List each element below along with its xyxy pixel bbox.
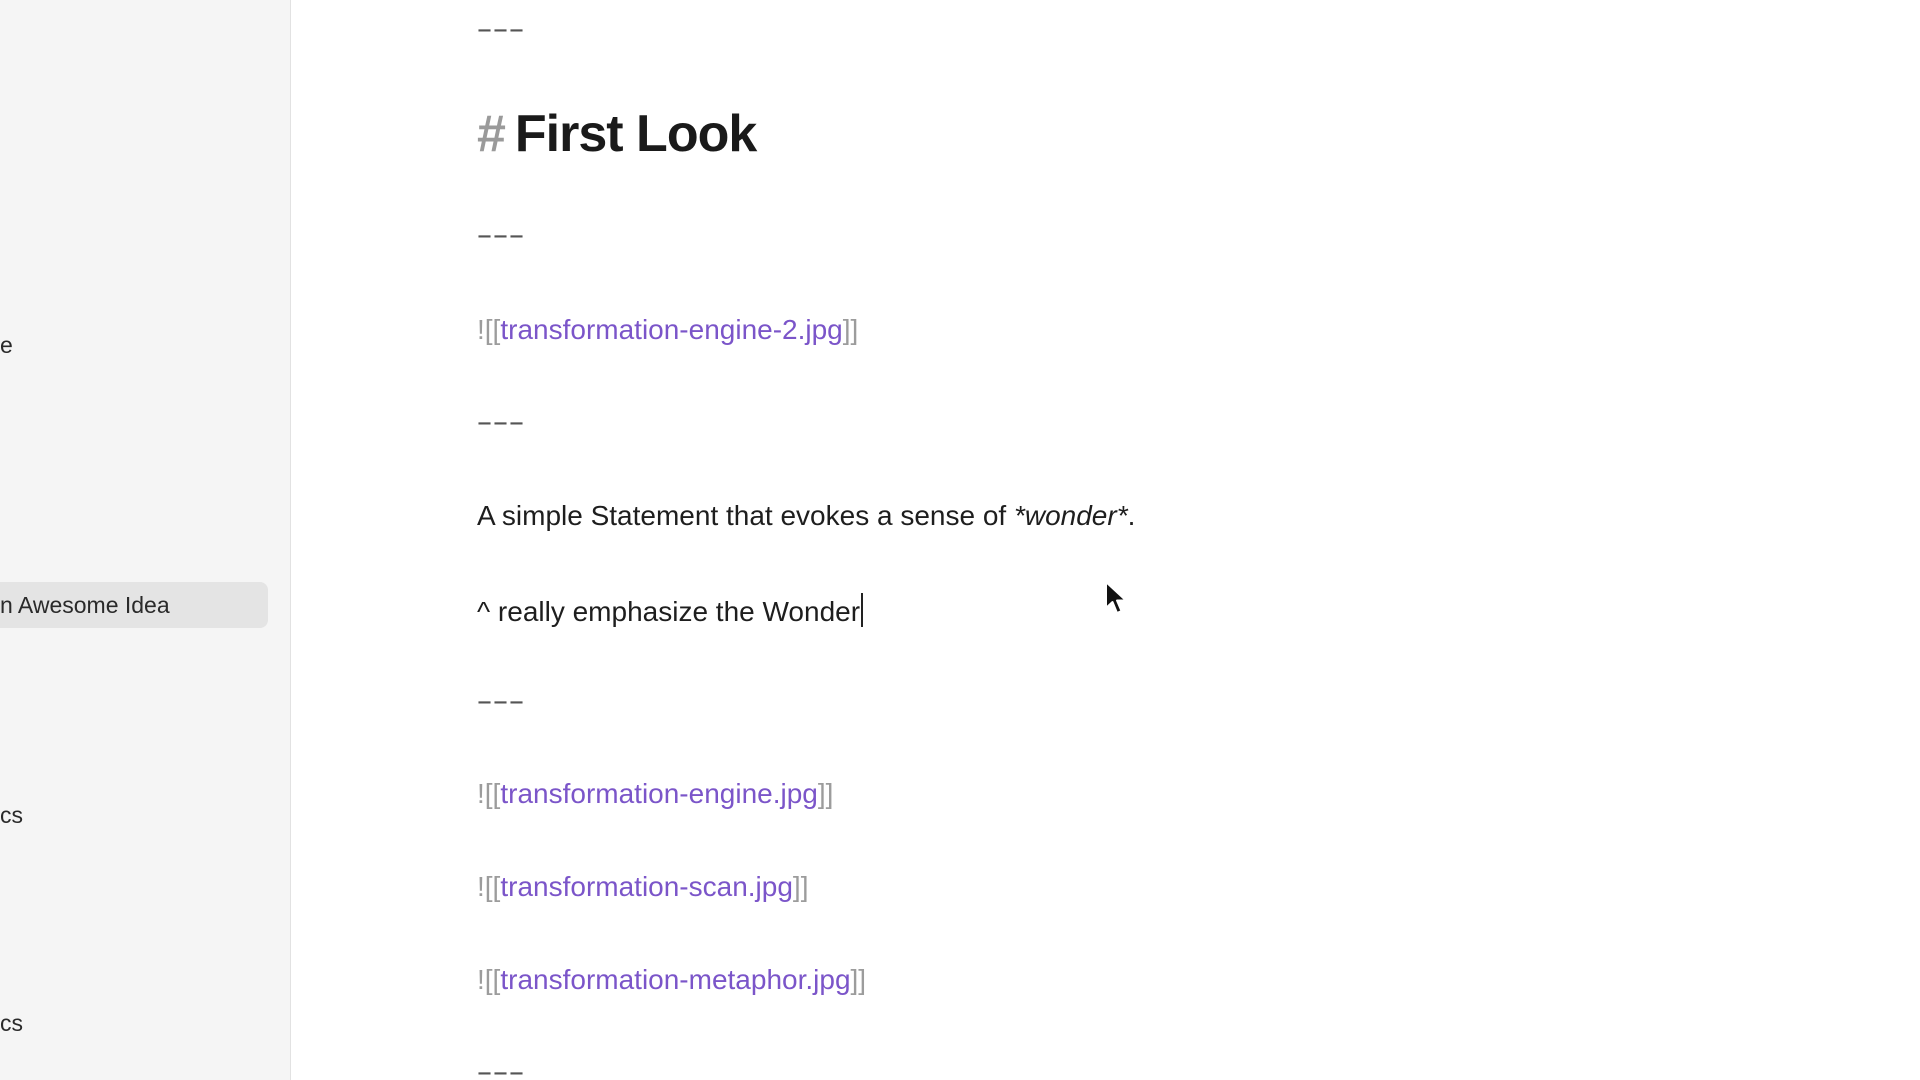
markdown-editor[interactable]: ––– # First Look ––– ![[transformation-en… <box>291 0 1920 1080</box>
embed-close-bracket: ]] <box>792 871 809 902</box>
sidebar-item-awesome-idea[interactable]: n Awesome Idea <box>0 582 268 628</box>
sidebar-item-label: cs <box>0 802 23 828</box>
sidebar-item-label: e <box>0 332 13 358</box>
sidebar-item-note-3[interactable]: cs <box>0 792 268 838</box>
statement-period: . <box>1127 500 1136 531</box>
image-embed-link[interactable]: transformation-engine-2.jpg <box>500 314 842 345</box>
arrow-pointer-icon <box>1105 581 1127 614</box>
embed-open-bracket: ![[ <box>477 871 501 902</box>
image-embed-link[interactable]: transformation-metaphor.jpg <box>500 964 850 995</box>
sidebar-item-note-1[interactable]: e <box>0 322 268 368</box>
file-explorer-sidebar: e n Awesome Idea cs cs <box>0 0 291 1080</box>
horizontal-rule: ––– <box>477 1055 525 1080</box>
embed-open-bracket: ![[ <box>477 964 501 995</box>
note-paragraph[interactable]: ^ really emphasize the Wonder <box>477 593 864 628</box>
horizontal-rule: ––– <box>477 12 525 47</box>
note-text: ^ really emphasize the Wonder <box>477 596 861 627</box>
image-embed-line: ![[transformation-engine.jpg]] <box>477 778 833 810</box>
image-embed-link[interactable]: transformation-scan.jpg <box>500 871 793 902</box>
embed-open-bracket: ![[ <box>477 314 501 345</box>
horizontal-rule: ––– <box>477 218 525 253</box>
statement-paragraph: A simple Statement that evokes a sense o… <box>477 500 1135 532</box>
horizontal-rule: ––– <box>477 405 525 440</box>
heading-hash-marker: # <box>477 105 506 163</box>
sidebar-item-note-4[interactable]: cs <box>0 1000 268 1046</box>
statement-emphasis: *wonder* <box>1013 500 1128 531</box>
text-caret <box>861 593 864 627</box>
statement-text: A simple Statement that evokes a sense o… <box>477 500 1014 531</box>
image-embed-line: ![[transformation-metaphor.jpg]] <box>477 964 866 996</box>
heading-text: First Look <box>514 105 757 163</box>
image-embed-line: ![[transformation-engine-2.jpg]] <box>477 314 858 346</box>
sidebar-item-label: cs <box>0 1010 23 1036</box>
embed-open-bracket: ![[ <box>477 778 501 809</box>
image-embed-link[interactable]: transformation-engine.jpg <box>500 778 818 809</box>
embed-close-bracket: ]] <box>842 314 859 345</box>
heading-first-look: # First Look <box>477 104 757 164</box>
app-window: e n Awesome Idea cs cs ––– # First Look –… <box>0 0 1920 1080</box>
sidebar-item-label: n Awesome Idea <box>0 592 170 618</box>
embed-close-bracket: ]] <box>817 778 834 809</box>
horizontal-rule: ––– <box>477 684 525 719</box>
image-embed-line: ![[transformation-scan.jpg]] <box>477 871 808 903</box>
embed-close-bracket: ]] <box>850 964 867 995</box>
